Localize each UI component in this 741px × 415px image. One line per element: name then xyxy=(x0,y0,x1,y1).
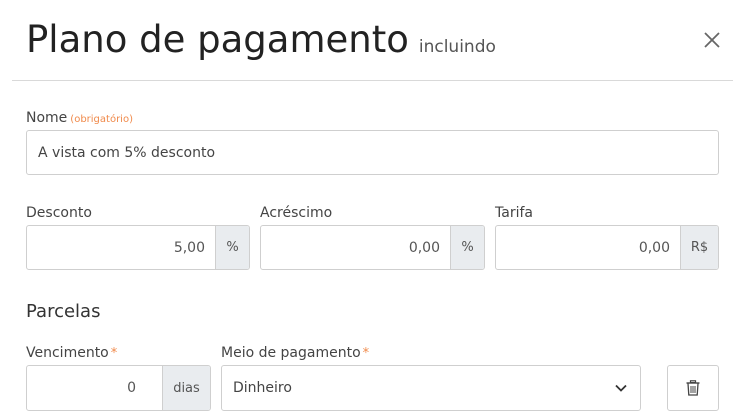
acrescimo-input[interactable]: 0,00 xyxy=(261,226,450,269)
vencimento-addon: dias xyxy=(162,366,210,410)
header-divider xyxy=(12,80,733,81)
tarifa-input[interactable]: 0,00 xyxy=(496,226,680,269)
acrescimo-label: Acréscimo xyxy=(260,205,333,221)
tarifa-addon: R$ xyxy=(680,226,718,269)
nome-required-note: (obrigatório) xyxy=(70,114,133,125)
meio-pagamento-select[interactable]: Dinheiro xyxy=(221,365,641,411)
vencimento-label-text: Vencimento xyxy=(26,345,109,361)
meio-pagamento-required-mark: * xyxy=(362,346,370,361)
parcelas-title: Parcelas xyxy=(26,301,101,322)
acrescimo-input-group: 0,00 % xyxy=(260,225,485,270)
modal-title: Plano de pagamento incluindo xyxy=(26,18,496,61)
nome-input-value: A vista com 5% desconto xyxy=(38,144,216,161)
modal-header: Plano de pagamento incluindo xyxy=(0,0,741,80)
vencimento-label: Vencimento * xyxy=(26,345,117,361)
tarifa-label: Tarifa xyxy=(495,205,533,221)
tarifa-input-group: 0,00 R$ xyxy=(495,225,719,270)
close-icon xyxy=(704,32,720,48)
desconto-input-group: 5,00 % xyxy=(26,225,250,270)
meio-pagamento-label-text: Meio de pagamento xyxy=(221,345,361,361)
chevron-down-icon xyxy=(615,384,627,392)
modal-title-text: Plano de pagamento xyxy=(26,18,409,61)
nome-input[interactable]: A vista com 5% desconto xyxy=(26,130,719,175)
meio-pagamento-selected: Dinheiro xyxy=(233,380,292,396)
acrescimo-addon: % xyxy=(450,226,484,269)
trash-icon xyxy=(686,380,700,396)
nome-label-text: Nome xyxy=(26,110,68,126)
delete-parcela-button[interactable] xyxy=(667,365,719,411)
vencimento-required-mark: * xyxy=(110,346,118,361)
vencimento-input-group: 0 dias xyxy=(26,365,211,411)
modal-subtitle: incluindo xyxy=(418,37,496,57)
close-button[interactable] xyxy=(699,27,725,53)
desconto-label: Desconto xyxy=(26,205,92,221)
vencimento-input[interactable]: 0 xyxy=(27,366,162,410)
desconto-addon: % xyxy=(215,226,249,269)
nome-label: Nome (obrigatório) xyxy=(26,110,133,126)
meio-pagamento-label: Meio de pagamento * xyxy=(221,345,369,361)
desconto-input[interactable]: 5,00 xyxy=(27,226,215,269)
